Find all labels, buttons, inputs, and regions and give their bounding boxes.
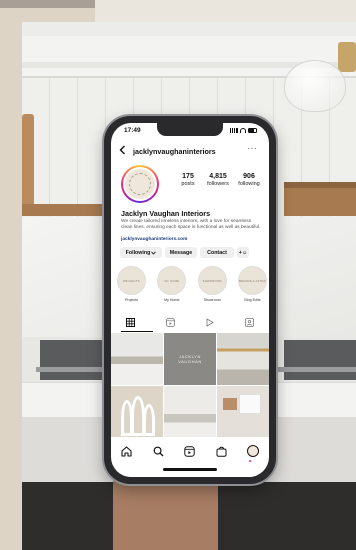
more-icon[interactable]: ··· bbox=[248, 144, 258, 153]
post-image-detail bbox=[239, 393, 261, 414]
post-thumbnail[interactable] bbox=[111, 385, 163, 437]
highlight-projects[interactable]: PROJECTS Projects bbox=[117, 266, 146, 302]
profile-actions: Following Message Contact +☺ bbox=[120, 247, 249, 258]
battery-icon bbox=[248, 128, 257, 133]
following-count: 906 bbox=[243, 173, 255, 180]
status-icons bbox=[230, 128, 257, 133]
following-stat[interactable]: 906 following bbox=[235, 173, 263, 187]
highlight-cover-text: BEFORE & AFTER bbox=[239, 278, 266, 283]
home-indicator bbox=[163, 468, 217, 471]
lamp-cap bbox=[338, 42, 356, 72]
active-tab-indicator bbox=[121, 331, 153, 332]
following-button[interactable]: Following bbox=[120, 247, 162, 258]
bottom-nav bbox=[111, 441, 269, 461]
search-icon bbox=[153, 446, 164, 456]
avatar-image bbox=[125, 169, 155, 199]
notification-dot bbox=[249, 460, 251, 462]
highlight-label: Blog Edits bbox=[244, 298, 261, 302]
post-thumbnail[interactable] bbox=[164, 385, 216, 437]
post-image-detail bbox=[223, 397, 237, 410]
highlight-cover-text: MY HOME bbox=[164, 278, 180, 283]
avatar-gap bbox=[123, 167, 157, 201]
highlight-label: Showroom bbox=[203, 298, 221, 302]
followers-count: 4,815 bbox=[209, 173, 227, 180]
notch bbox=[157, 123, 223, 136]
range-hood-right bbox=[284, 340, 356, 380]
post-thumbnail[interactable] bbox=[217, 385, 269, 437]
followers-label: followers bbox=[207, 181, 229, 187]
posts-label: posts bbox=[181, 181, 195, 187]
username: jacklynvaughaninteriors bbox=[133, 147, 216, 156]
highlight-my-home[interactable]: MY HOME My Home bbox=[157, 266, 187, 302]
contact-button[interactable]: Contact bbox=[200, 247, 234, 258]
nav-profile[interactable] bbox=[244, 442, 262, 460]
story-highlights: PROJECTS Projects MY HOME My Home SHOWRO… bbox=[117, 266, 267, 302]
nav-search[interactable] bbox=[149, 442, 167, 460]
add-person-icon: +☺ bbox=[238, 249, 248, 256]
tab-reels[interactable] bbox=[160, 316, 180, 328]
tagged-icon bbox=[244, 317, 254, 327]
backdrop-edge bbox=[0, 0, 95, 8]
home-icon bbox=[121, 445, 132, 457]
coral-shape bbox=[143, 403, 155, 436]
highlight-cover: MY HOME bbox=[157, 266, 187, 295]
post-thumbnail[interactable]: JACKLYN VAUGHAN bbox=[164, 333, 216, 385]
range-hood-left bbox=[40, 340, 110, 380]
back-button[interactable] bbox=[119, 145, 126, 158]
posts-count: 175 bbox=[182, 173, 194, 180]
highlight-cover: PROJECTS bbox=[117, 266, 146, 295]
phone-screen: 17:49 jacklynvaughaninteriors ··· 175 po… bbox=[111, 123, 269, 477]
play-icon bbox=[206, 317, 215, 327]
post-thumbnail[interactable] bbox=[217, 333, 269, 385]
reels-icon bbox=[165, 317, 175, 327]
post-thumbnail[interactable] bbox=[111, 333, 163, 385]
phone: 17:49 jacklynvaughaninteriors ··· 175 po… bbox=[104, 116, 276, 484]
wood-shelf-left bbox=[22, 204, 104, 216]
wifi-icon bbox=[240, 128, 246, 133]
tab-videos[interactable] bbox=[200, 316, 220, 328]
profile-name: Jacklyn Vaughan Interiors bbox=[121, 209, 211, 218]
chevron-left-icon bbox=[119, 145, 125, 155]
shop-icon bbox=[216, 446, 227, 457]
cutting-board bbox=[22, 114, 34, 209]
signal-icon bbox=[230, 128, 238, 133]
highlight-blog-edits[interactable]: BEFORE & AFTER Blog Edits bbox=[237, 266, 267, 302]
followers-stat[interactable]: 4,815 followers bbox=[204, 173, 232, 187]
highlight-label: My Home bbox=[164, 298, 180, 302]
nav-home[interactable] bbox=[118, 442, 136, 460]
highlight-cover: BEFORE & AFTER bbox=[237, 266, 267, 295]
post-text: VAUGHAN bbox=[178, 358, 202, 364]
wood-shelf-right bbox=[284, 188, 356, 216]
post-grid: JACKLYN VAUGHAN bbox=[111, 333, 269, 437]
following-label: following bbox=[238, 181, 260, 187]
profile-tabs bbox=[111, 315, 269, 329]
nav-reels[interactable] bbox=[181, 442, 199, 460]
tab-tagged[interactable] bbox=[239, 316, 259, 328]
highlight-cover-text: PROJECTS bbox=[123, 278, 140, 283]
avatar[interactable] bbox=[121, 165, 159, 203]
status-time: 17:49 bbox=[124, 127, 141, 134]
highlight-label: Projects bbox=[125, 298, 138, 302]
highlight-cover-text: SHOWROOM bbox=[202, 278, 222, 283]
tab-grid[interactable] bbox=[121, 316, 141, 328]
reels-icon bbox=[184, 445, 196, 457]
following-button-label: Following bbox=[125, 249, 151, 256]
avatar-logo bbox=[129, 173, 151, 195]
background-photo: 17:49 jacklynvaughaninteriors ··· 175 po… bbox=[0, 0, 356, 550]
pendant-lamp bbox=[284, 60, 346, 112]
nav-shop[interactable] bbox=[213, 442, 231, 460]
message-button[interactable]: Message bbox=[165, 247, 197, 258]
profile-link[interactable]: jacklynvaughaninteriors.com bbox=[121, 237, 187, 242]
grid-icon bbox=[126, 317, 136, 327]
profile-header: jacklynvaughaninteriors ··· bbox=[111, 143, 269, 159]
profile-bio: We create tailored timeless interiors, w… bbox=[121, 219, 261, 230]
profile-avatar-icon bbox=[247, 445, 260, 457]
add-person-button[interactable]: +☺ bbox=[237, 247, 249, 258]
highlight-showroom[interactable]: SHOWROOM Showroom bbox=[197, 266, 227, 302]
chevron-down-icon bbox=[151, 251, 157, 255]
posts-stat[interactable]: 175 posts bbox=[177, 173, 199, 187]
highlight-cover: SHOWROOM bbox=[197, 266, 227, 295]
